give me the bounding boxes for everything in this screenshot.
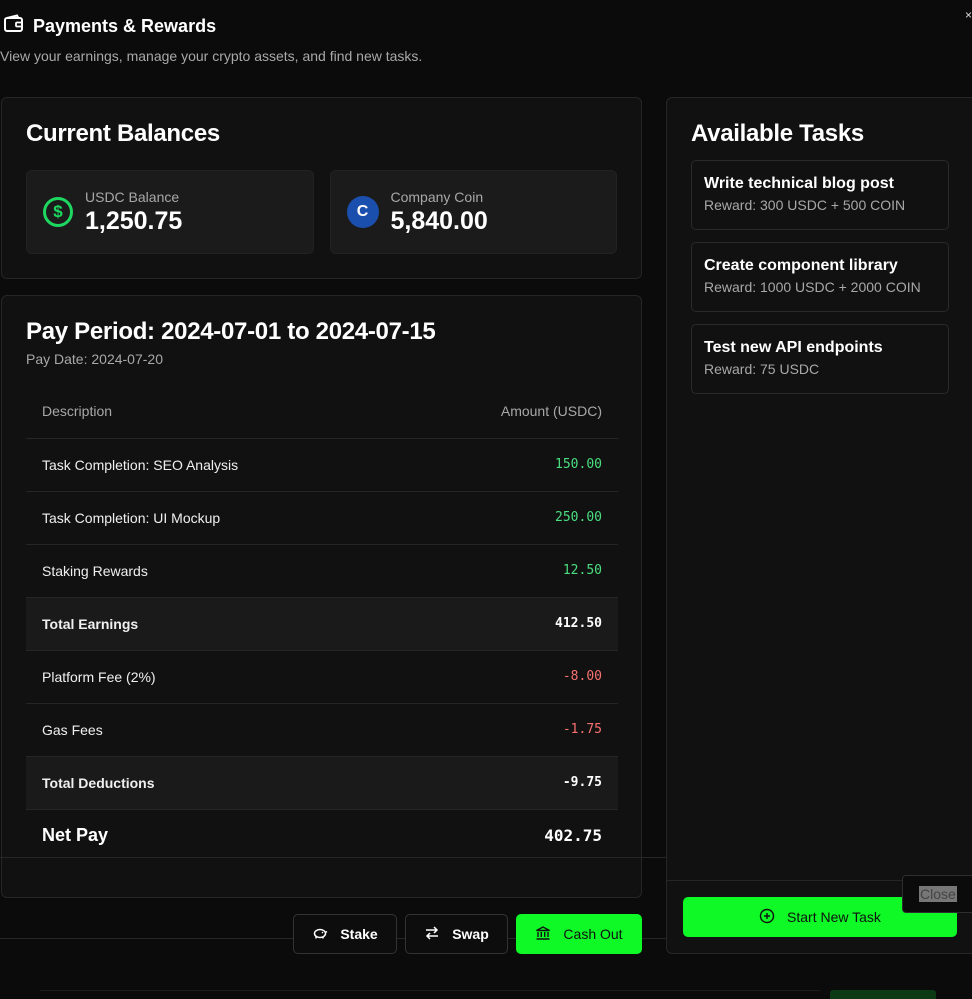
swap-button[interactable]: Swap (405, 914, 508, 954)
wallet-icon (3, 14, 25, 39)
row-description: Total Earnings (26, 597, 400, 651)
bank-icon (535, 925, 551, 944)
dollar-circle-icon: $ (43, 197, 73, 227)
close-label: Close (919, 886, 957, 902)
task-item[interactable]: Create component library Reward: 1000 US… (691, 242, 949, 312)
row-description: Gas Fees (26, 703, 400, 757)
task-name: Test new API endpoints (704, 339, 883, 356)
row-amount: -8.00 (399, 650, 618, 704)
pay-date: Pay Date: 2024-07-20 (26, 351, 163, 367)
col-description: Description (26, 385, 400, 439)
table-row: Platform Fee (2%) -8.00 (26, 650, 618, 704)
net-pay-value: 402.75 (544, 826, 602, 846)
company-coin-box: C Company Coin 5,840.00 (329, 170, 617, 254)
task-reward: Reward: 300 USDC + 500 COIN (704, 197, 906, 213)
task-item[interactable]: Test new API endpoints Reward: 75 USDC (691, 324, 949, 394)
usdc-balance-label: USDC Balance (85, 188, 180, 205)
dialog-header: Payments & Rewards View your earnings, m… (0, 8, 972, 64)
cash-out-label: Cash Out (563, 926, 623, 942)
task-reward: Reward: 75 USDC (704, 361, 820, 377)
page-title: Payments & Rewards (33, 16, 217, 36)
company-coin-value: 5,840.00 (390, 206, 488, 235)
row-description: Task Completion: SEO Analysis (26, 438, 400, 492)
task-name: Create component library (704, 257, 898, 274)
cash-out-button[interactable]: Cash Out (516, 914, 642, 954)
usdc-balance-box: $ USDC Balance 1,250.75 (26, 170, 314, 254)
current-balances-card: Current Balances $ USDC Balance 1,250.75… (1, 97, 642, 279)
col-amount: Amount (USDC) (399, 385, 618, 439)
close-button[interactable]: Close (902, 875, 972, 913)
company-coin-label: Company Coin (390, 188, 484, 205)
start-new-task-label: Start New Task (787, 909, 881, 925)
background-divider (40, 990, 820, 991)
pay-table: Description Amount (USDC) Task Completio… (26, 385, 618, 862)
row-description: Task Completion: UI Mockup (26, 491, 400, 545)
close-x-icon[interactable]: × (965, 8, 972, 22)
stake-label: Stake (340, 926, 378, 942)
company-coin-icon: C (346, 196, 379, 228)
table-row: Staking Rewards 12.50 (26, 544, 618, 598)
task-name: Write technical blog post (704, 175, 894, 192)
row-amount: -9.75 (399, 756, 618, 810)
total-earnings-row: Total Earnings 412.50 (26, 597, 618, 651)
pay-period-card: Pay Period: 2024-07-01 to 2024-07-15 Pay… (1, 295, 642, 898)
total-deductions-row: Total Deductions -9.75 (26, 756, 618, 810)
row-amount: 12.50 (399, 544, 618, 598)
balances-title: Current Balances (26, 120, 220, 147)
net-pay-row: Net Pay 402.75 (26, 809, 618, 862)
task-item[interactable]: Write technical blog post Reward: 300 US… (691, 160, 949, 230)
piggy-bank-icon (312, 926, 328, 943)
table-row: Gas Fees -1.75 (26, 703, 618, 757)
task-reward: Reward: 1000 USDC + 2000 COIN (704, 279, 921, 295)
background-green-button (830, 990, 936, 999)
row-amount: 250.00 (399, 491, 618, 545)
row-description: Staking Rewards (26, 544, 400, 598)
row-amount: -1.75 (399, 703, 618, 757)
swap-arrows-icon (424, 925, 440, 943)
page-subtitle: View your earnings, manage your crypto a… (0, 48, 423, 64)
row-description: Platform Fee (2%) (26, 650, 400, 704)
table-header-row: Description Amount (USDC) (26, 385, 618, 439)
stake-button[interactable]: Stake (293, 914, 397, 954)
pay-period-title: Pay Period: 2024-07-01 to 2024-07-15 (26, 318, 436, 345)
table-row: Task Completion: SEO Analysis 150.00 (26, 438, 618, 492)
table-row: Task Completion: UI Mockup 250.00 (26, 491, 618, 545)
swap-label: Swap (452, 926, 489, 942)
row-amount: 412.50 (399, 597, 618, 651)
tasks-title: Available Tasks (691, 120, 864, 147)
row-description: Total Deductions (26, 756, 400, 810)
net-pay-label: Net Pay (42, 825, 109, 846)
row-amount: 150.00 (399, 438, 618, 492)
title-row: Payments & Rewards (0, 14, 972, 39)
plus-circle-icon (759, 908, 775, 927)
usdc-balance-value: 1,250.75 (85, 206, 183, 235)
available-tasks-card: Available Tasks Write technical blog pos… (666, 97, 972, 954)
